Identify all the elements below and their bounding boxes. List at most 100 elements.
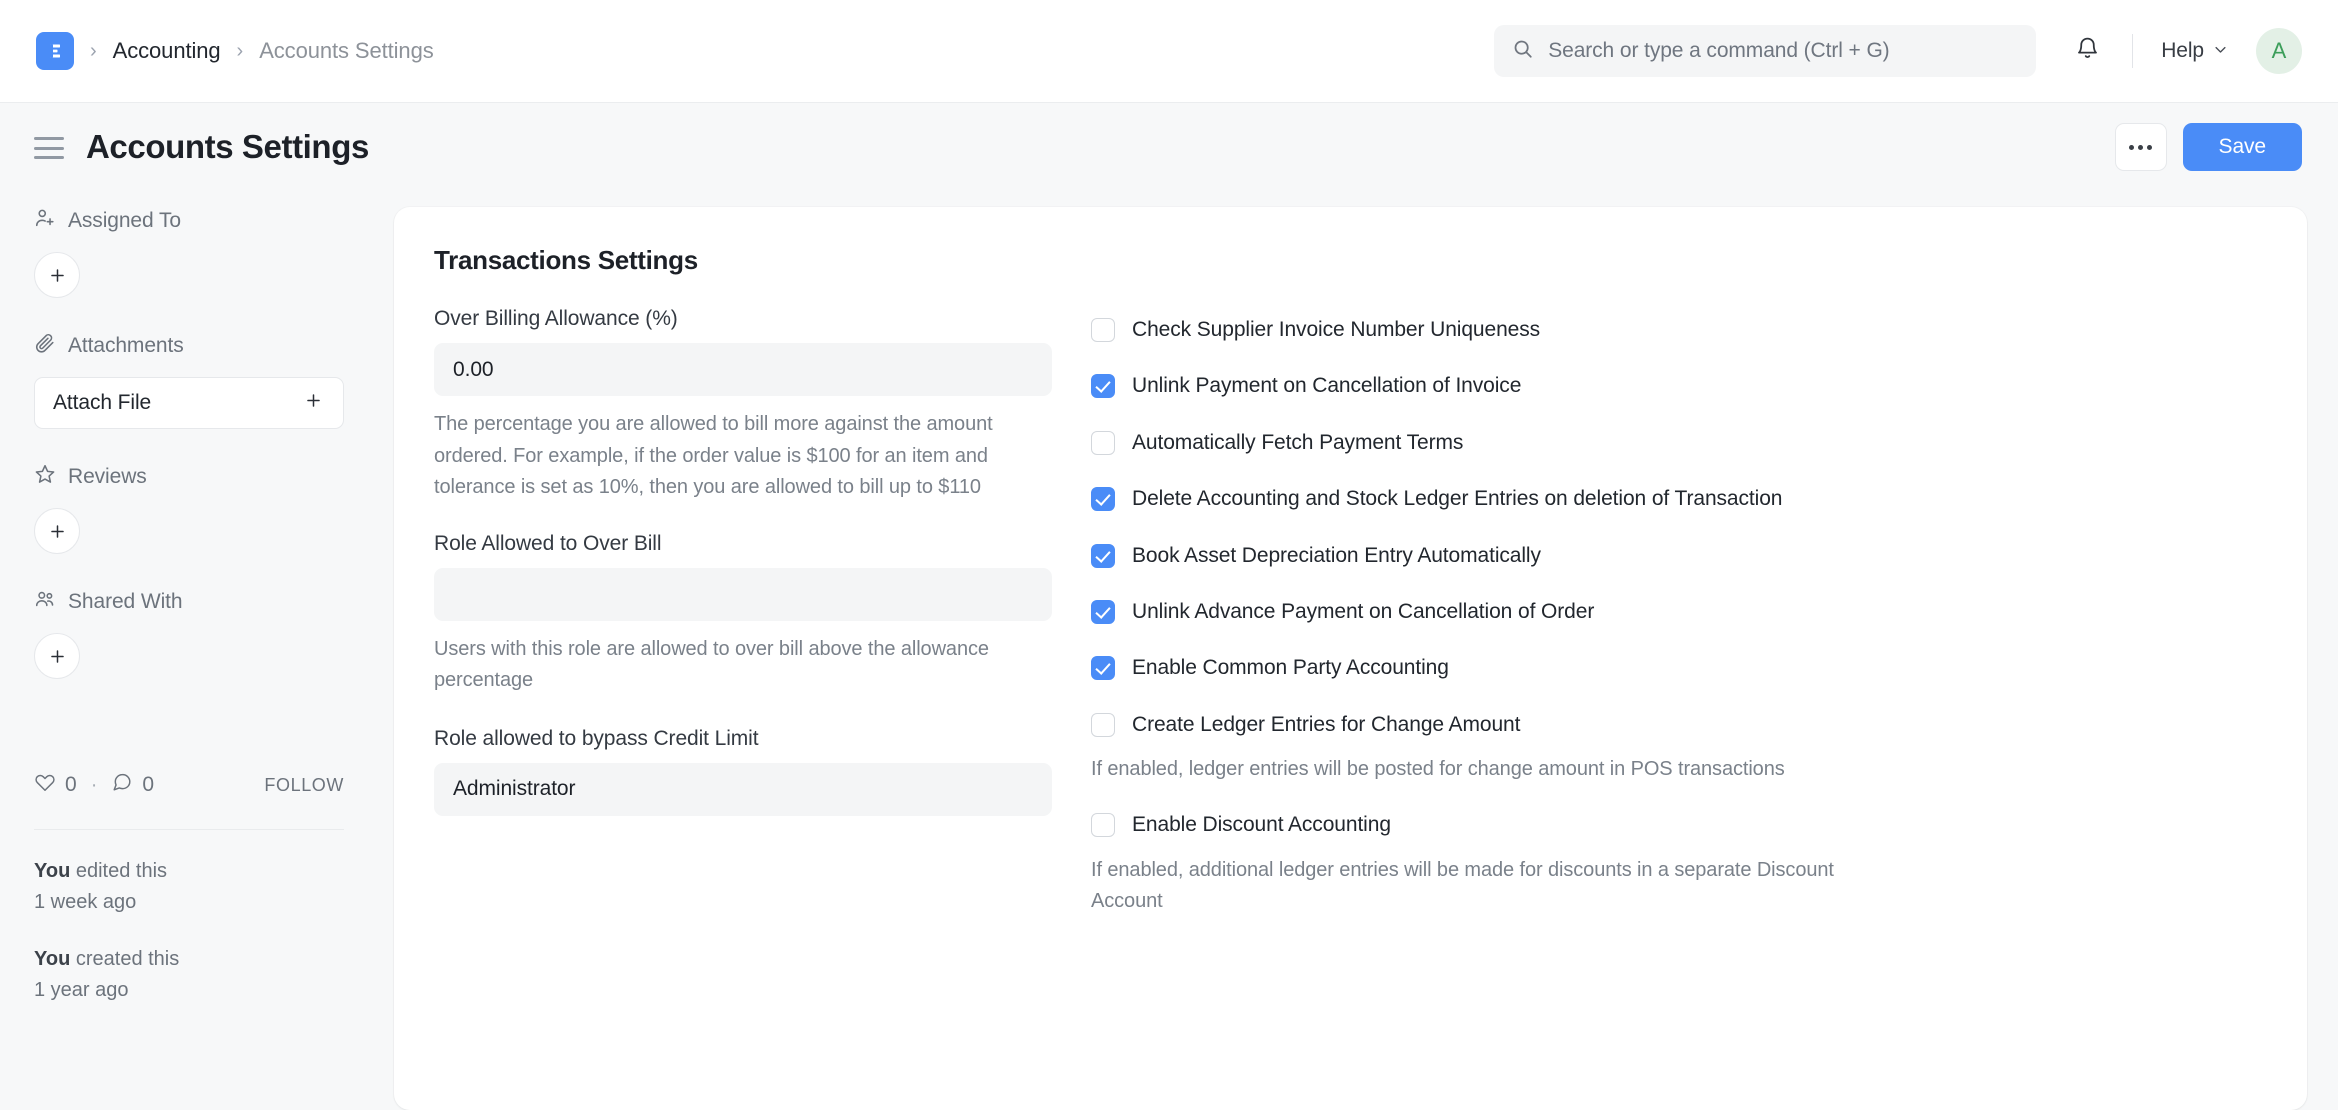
checkbox-control[interactable] [1091,544,1115,568]
assigned-to-header: Assigned To [34,207,394,235]
assigned-to-label: Assigned To [68,209,181,233]
checkbox-control[interactable] [1091,656,1115,680]
checkbox-delete-accounting-and-stock-ledger-entries[interactable]: Delete Accounting and Stock Ledger Entri… [1091,484,2267,513]
left-column: Over Billing Allowance (%) The percentag… [434,307,1052,942]
page-title: Accounts Settings [86,128,369,166]
breadcrumb-separator-1: › [90,41,97,61]
follow-button[interactable]: FOLLOW [264,775,344,796]
avatar[interactable]: A [2256,28,2302,74]
reviews-label: Reviews [68,465,147,489]
checkbox-description: If enabled, additional ledger entries wi… [1091,855,1881,917]
add-assignment-button[interactable] [34,252,80,298]
field-gap [434,504,1052,532]
checkbox-label: Unlink Payment on Cancellation of Invoic… [1132,371,1521,400]
checkbox-control[interactable] [1091,600,1115,624]
shared-with-header: Shared With [34,588,394,616]
role-bypass-credit-limit-input[interactable] [434,763,1052,816]
activity-entry-edited: You edited this 1 week ago [34,856,394,918]
checkbox-control[interactable] [1091,318,1115,342]
checkbox-book-asset-depreciation-entry-automatically[interactable]: Book Asset Depreciation Entry Automatica… [1091,541,2267,570]
checkbox-control[interactable] [1091,713,1115,737]
activity-time: 1 year ago [34,975,394,1006]
notifications-button[interactable] [2070,34,2104,68]
comment-stat[interactable]: 0 [111,771,154,799]
top-navbar: › Accounting › Accounts Settings Search … [0,0,2338,103]
sidebar-section-assigned-to: Assigned To [34,207,394,298]
checkbox-automatically-fetch-payment-terms[interactable]: Automatically Fetch Payment Terms [1091,428,2267,457]
checkbox-enable-common-party-accounting[interactable]: Enable Common Party Accounting [1091,653,2267,682]
attachments-header: Attachments [34,332,394,360]
checkbox-control[interactable] [1091,487,1115,511]
paperclip-icon [34,332,56,360]
field-description: The percentage you are allowed to bill m… [434,409,1052,504]
checkbox-unlink-payment-on-cancellation-of-invoice[interactable]: Unlink Payment on Cancellation of Invoic… [1091,371,2267,400]
search-bar[interactable]: Search or type a command (Ctrl + G) [1494,25,2036,77]
activity-actor: You [34,860,70,882]
form-sidebar: Assigned To Attachments Attach File [0,191,394,1110]
erpnext-e-logo-icon[interactable] [36,32,74,70]
navbar-right-group: Search or type a command (Ctrl + G) Help… [1494,25,2302,77]
role-allowed-to-over-bill-input[interactable] [434,568,1052,621]
add-review-button[interactable] [34,508,80,554]
reviews-header: Reviews [34,463,394,491]
plus-icon [304,391,323,416]
like-count: 0 [65,773,77,797]
field-description: Users with this role are allowed to over… [434,634,1052,697]
activity-action: edited this [70,860,167,882]
navbar-left-group: › Accounting › Accounts Settings [36,32,434,70]
field-label: Role allowed to bypass Credit Limit [434,727,1052,751]
user-plus-icon [34,207,56,235]
attach-file-button[interactable]: Attach File [34,377,344,429]
breadcrumb-separator-2: › [237,41,244,61]
help-label: Help [2161,39,2204,63]
search-input-placeholder[interactable]: Search or type a command (Ctrl + G) [1548,39,1889,63]
save-button[interactable]: Save [2183,123,2302,171]
checkbox-label: Unlink Advance Payment on Cancellation o… [1132,597,1594,626]
hamburger-menu-icon[interactable] [34,137,64,159]
checkbox-create-ledger-entries-for-change-amount[interactable]: Create Ledger Entries for Change Amount [1091,710,2267,739]
page-header: Accounts Settings Save [0,103,2338,191]
activity-entry-created: You created this 1 year ago [34,944,394,1006]
comment-count: 0 [142,773,154,797]
checkbox-control[interactable] [1091,431,1115,455]
checkbox-label: Automatically Fetch Payment Terms [1132,428,1463,457]
help-menu-button[interactable]: Help [2161,39,2228,63]
page-body: Assigned To Attachments Attach File [0,191,2338,1110]
star-icon [34,463,56,491]
checkbox-label: Enable Discount Accounting [1132,810,1391,839]
checkbox-label: Book Asset Depreciation Entry Automatica… [1132,541,1541,570]
checkbox-control[interactable] [1091,374,1115,398]
users-icon [34,588,56,616]
checkbox-label: Create Ledger Entries for Change Amount [1132,710,1520,739]
checkbox-enable-discount-accounting[interactable]: Enable Discount Accounting [1091,810,2267,839]
attach-file-label: Attach File [53,391,151,415]
checkbox-check-supplier-invoice-number-uniqueness[interactable]: Check Supplier Invoice Number Uniqueness [1091,315,2267,344]
checkbox-label: Enable Common Party Accounting [1132,653,1449,682]
over-billing-allowance-input[interactable] [434,343,1052,396]
sidebar-spacer [34,713,394,765]
checkbox-control[interactable] [1091,813,1115,837]
checkbox-description: If enabled, ledger entries will be poste… [1091,754,1881,785]
field-gap [434,697,1052,727]
field-role-allowed-to-over-bill: Role Allowed to Over Bill Users with thi… [434,532,1052,697]
checkbox-unlink-advance-payment-on-cancellation-of-order[interactable]: Unlink Advance Payment on Cancellation o… [1091,597,2267,626]
comment-icon [111,771,133,799]
section-title: Transactions Settings [434,245,2267,276]
breadcrumb-accounting[interactable]: Accounting [113,38,221,64]
activity-action: created this [70,948,179,970]
heart-icon [34,771,56,799]
right-column: Check Supplier Invoice Number Uniqueness… [1052,307,2267,942]
attachments-label: Attachments [68,334,184,358]
sidebar-section-attachments: Attachments Attach File [34,332,394,429]
activity-time: 1 week ago [34,887,394,918]
field-label: Role Allowed to Over Bill [434,532,1052,556]
add-share-button[interactable] [34,633,80,679]
chevron-down-icon [2213,39,2228,63]
field-role-bypass-credit-limit: Role allowed to bypass Credit Limit [434,727,1052,816]
settings-columns: Over Billing Allowance (%) The percentag… [434,307,2267,942]
like-stat[interactable]: 0 [34,771,77,799]
navbar-divider [2132,34,2133,68]
more-options-button[interactable] [2115,123,2167,171]
activity-actor: You [34,948,70,970]
field-over-billing-allowance: Over Billing Allowance (%) The percentag… [434,307,1052,504]
